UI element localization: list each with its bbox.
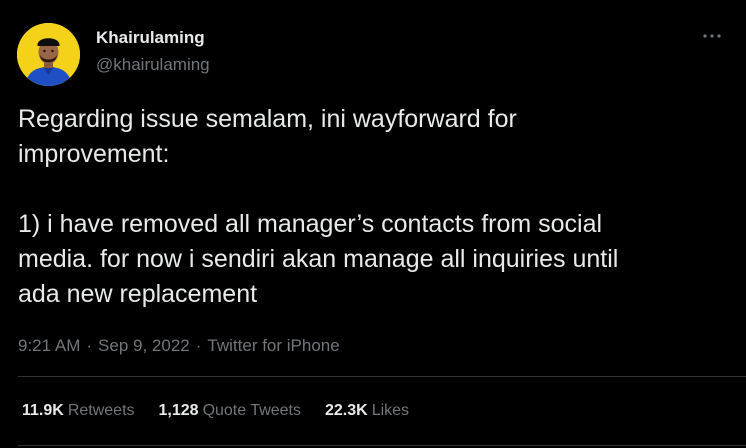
avatar-image xyxy=(17,23,80,86)
divider xyxy=(18,445,746,446)
tweet-date[interactable]: Sep 9, 2022 xyxy=(98,336,190,355)
likes-label: Likes xyxy=(371,402,410,419)
retweets-label: Retweets xyxy=(67,402,135,419)
meta-separator: · xyxy=(195,336,202,355)
quote-tweets-count: 1,128 xyxy=(158,402,199,419)
quote-tweets-label: Quote Tweets xyxy=(202,402,301,419)
tweet-time[interactable]: 9:21 AM xyxy=(18,336,80,355)
retweets-stat[interactable]: 11.9K Retweets xyxy=(22,402,135,420)
likes-count: 22.3K xyxy=(325,402,368,419)
meta-separator: · xyxy=(86,336,93,355)
divider xyxy=(18,376,746,377)
author-handle[interactable]: @khairulaming xyxy=(96,55,210,75)
profile-avatar[interactable] xyxy=(17,23,80,86)
tweet-card: Khairulaming @khairulaming Regarding iss… xyxy=(0,0,746,448)
tweet-text: Regarding issue semalam, ini wayforward … xyxy=(18,105,619,308)
more-options-icon[interactable] xyxy=(698,26,726,46)
likes-stat[interactable]: 22.3K Likes xyxy=(325,402,409,420)
quote-tweets-stat[interactable]: 1,128 Quote Tweets xyxy=(159,402,301,420)
retweets-count: 11.9K xyxy=(22,402,64,419)
tweet-metadata: 9:21 AM · Sep 9, 2022 · Twitter for iPhone xyxy=(18,336,340,356)
tweet-source[interactable]: Twitter for iPhone xyxy=(207,336,339,355)
engagement-stats: 11.9K Retweets 1,128 Quote Tweets 22.3K Lik… xyxy=(22,402,409,420)
author-display-name[interactable]: Khairulaming xyxy=(96,28,205,48)
